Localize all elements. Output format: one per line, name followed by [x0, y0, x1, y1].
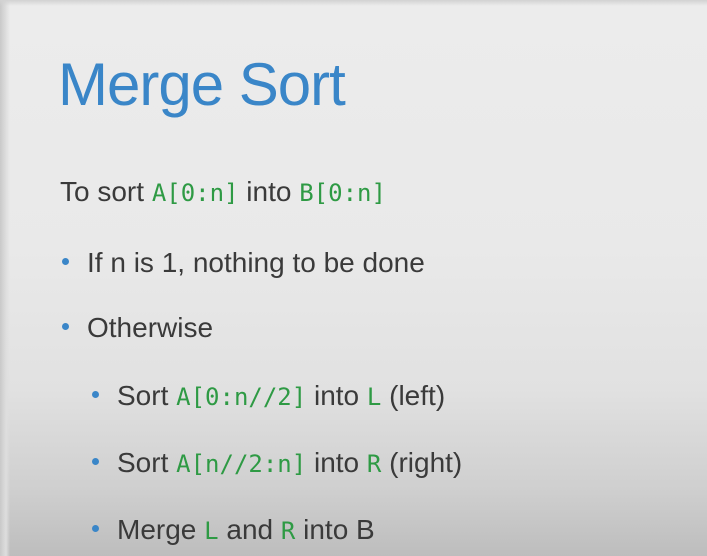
sub-bullet-code2: R [280, 517, 296, 545]
sub-bullet-code: A[0:n//2] [176, 383, 307, 411]
sub-bullet-suffix: (left) [389, 380, 446, 411]
bullet-item: If n is 1, nothing to be done [62, 247, 425, 279]
bullet-dot-icon [92, 391, 99, 399]
intro-code-a: A[0:n] [151, 179, 239, 207]
bullet-text: Otherwise [87, 312, 214, 343]
slide-title: Merge Sort [58, 51, 346, 118]
bullet-dot-icon [92, 458, 99, 466]
bullet-text: If n is 1, nothing to be done [87, 247, 425, 278]
intro-code-b: B[0:n] [299, 179, 386, 207]
sub-bullet-item: Sort A[0:n//2] into L (left) [92, 380, 445, 412]
bullet-dot-icon [62, 258, 69, 266]
sub-bullet-code2: L [366, 383, 382, 411]
slide-top-edge [0, 0, 707, 6]
sub-bullet-item: Merge L and R into B [92, 514, 375, 546]
sub-bullet-middle: into [313, 380, 360, 411]
slide: Merge Sort To sort A[0:n] into B[0:n] If… [0, 0, 707, 556]
sub-bullet-middle: into [313, 447, 360, 478]
sub-bullet-item: Sort A[n//2:n] into R (right) [92, 447, 462, 479]
intro-prefix: To sort [60, 176, 145, 207]
sub-bullet-prefix: Sort [117, 380, 169, 411]
sub-bullet-prefix: Merge [117, 514, 197, 545]
sub-bullet-suffix: into B [303, 514, 375, 545]
bullet-dot-icon [92, 525, 99, 533]
intro-middle: into [246, 176, 292, 207]
sub-bullet-code2: R [366, 450, 382, 478]
bullet-dot-icon [62, 323, 69, 331]
intro-line: To sort A[0:n] into B[0:n] [60, 176, 386, 208]
sub-bullet-middle: and [226, 514, 274, 545]
sub-bullet-suffix: (right) [389, 447, 463, 478]
sub-bullet-code: L [204, 517, 219, 545]
sub-bullet-prefix: Sort [117, 447, 169, 478]
slide-left-edge [0, 0, 10, 556]
bullet-item: Otherwise [62, 312, 213, 344]
sub-bullet-code: A[n//2:n] [176, 450, 307, 478]
